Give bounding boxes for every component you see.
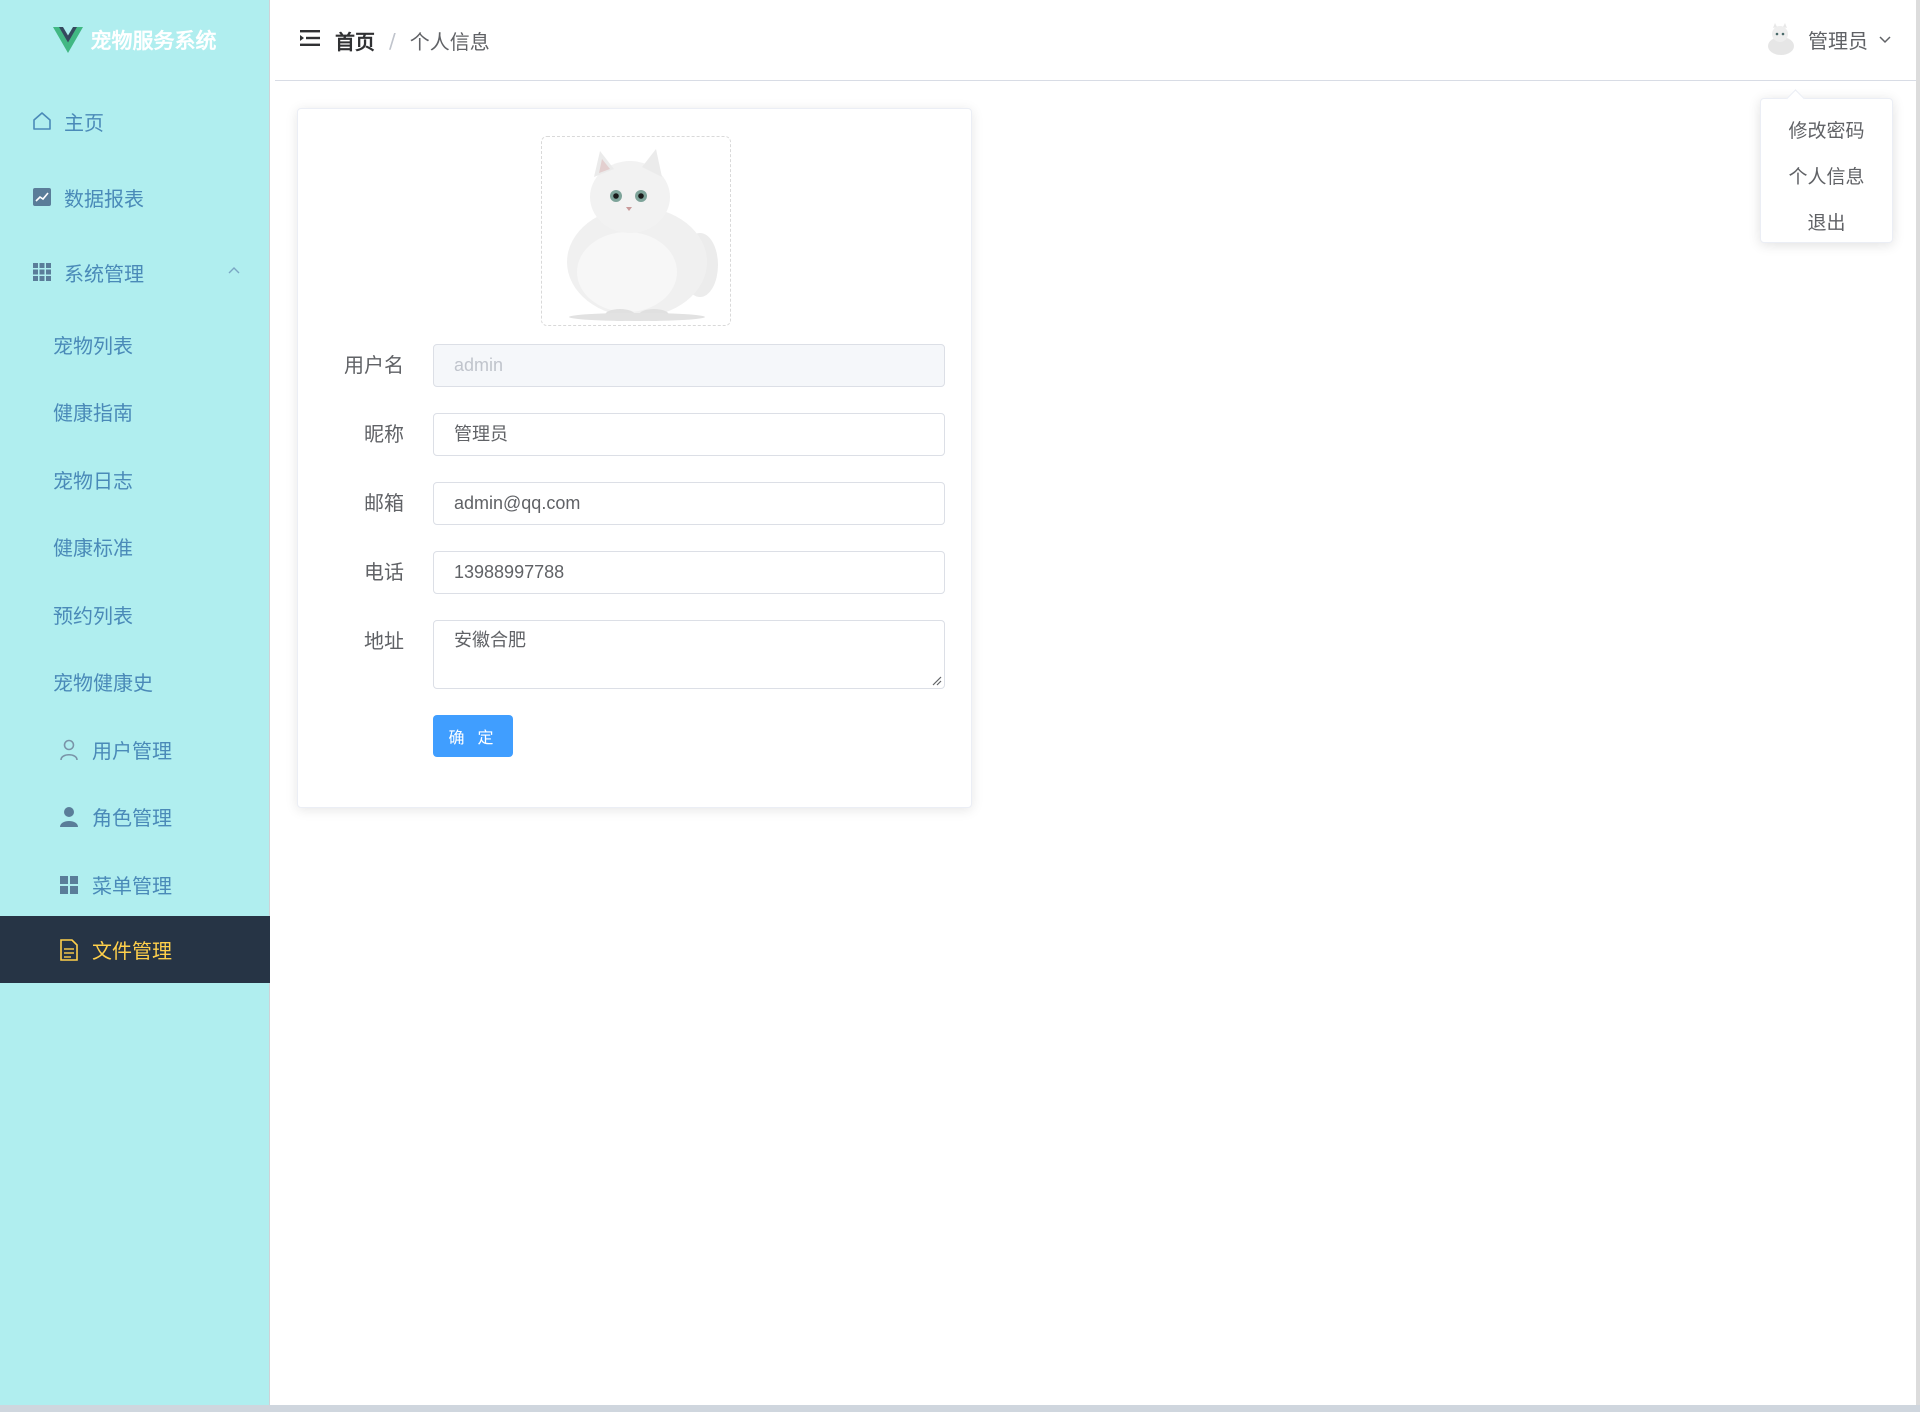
- form-row-address: 地址 安徽合肥: [298, 620, 973, 689]
- nickname-label: 昵称: [364, 422, 404, 446]
- sidebar-subitem-label: 用户管理: [92, 739, 172, 763]
- menu-icon: [58, 874, 80, 896]
- sidebar-subitem-pet-list[interactable]: 宠物列表: [0, 311, 270, 378]
- breadcrumb-separator: /: [389, 28, 396, 53]
- address-label: 地址: [364, 629, 404, 653]
- email-field[interactable]: admin@qq.com: [433, 482, 945, 525]
- sidebar-subitem-label: 文件管理: [92, 939, 172, 963]
- user-icon: [58, 739, 80, 761]
- document-icon: [58, 938, 80, 961]
- sidebar-subitem-label: 菜单管理: [92, 874, 172, 898]
- user-name: 管理员: [1808, 28, 1868, 53]
- sidebar-subitem-user-management[interactable]: 用户管理: [0, 716, 270, 783]
- app-title: 宠物服务系统: [90, 29, 217, 53]
- phone-label: 电话: [364, 560, 404, 584]
- user-menu-trigger[interactable]: 管理员: [1764, 22, 1892, 56]
- window-right-border: [1916, 0, 1920, 1405]
- sidebar-subitem-pet-log[interactable]: 宠物日志: [0, 446, 270, 513]
- breadcrumb: 首页 / 个人信息: [335, 26, 490, 55]
- address-field[interactable]: 安徽合肥: [433, 620, 945, 689]
- sidebar: 宠物服务系统 主页 数据报表 系统管理 宠物列表 健康指南 宠物日志 健康标准 …: [0, 0, 270, 1405]
- user-filled-icon: [58, 806, 80, 828]
- breadcrumb-home[interactable]: 首页: [335, 26, 375, 55]
- profile-card: 用户名 admin 昵称 管理员 邮箱 admin@qq.com 电话 1398…: [297, 108, 972, 808]
- nickname-field[interactable]: 管理员: [433, 413, 945, 456]
- sidebar-subitem-file-management[interactable]: 文件管理: [0, 916, 270, 983]
- sidebar-subitem-health-standard[interactable]: 健康标准: [0, 513, 270, 580]
- dropdown-item-logout[interactable]: 退出: [1761, 198, 1892, 244]
- sidebar-subitem-health-history[interactable]: 宠物健康史: [0, 648, 270, 715]
- sidebar-subitem-appointment-list[interactable]: 预约列表: [0, 581, 270, 648]
- avatar: [1764, 22, 1798, 56]
- logo[interactable]: 宠物服务系统: [0, 0, 269, 80]
- form-row-phone: 电话 13988997788: [298, 551, 973, 594]
- avatar-uploader[interactable]: [541, 136, 731, 326]
- grid-icon: [32, 262, 52, 282]
- sidebar-subitem-label: 宠物健康史: [53, 671, 153, 695]
- user-dropdown-menu: 修改密码 个人信息 退出: [1760, 98, 1893, 243]
- cat-avatar-image: [542, 137, 730, 325]
- resize-handle-icon[interactable]: [930, 674, 942, 686]
- sidebar-item-home[interactable]: 主页: [0, 87, 270, 155]
- sidebar-subitem-role-management[interactable]: 角色管理: [0, 783, 270, 850]
- sidebar-subitem-label: 健康标准: [53, 536, 133, 560]
- dropdown-item-change-password[interactable]: 修改密码: [1761, 106, 1892, 152]
- sidebar-subitem-label: 宠物日志: [53, 469, 133, 493]
- form-row-nickname: 昵称 管理员: [298, 413, 973, 456]
- dropdown-item-profile[interactable]: 个人信息: [1761, 152, 1892, 198]
- sidebar-subitem-menu-management[interactable]: 菜单管理: [0, 851, 270, 918]
- breadcrumb-current: 个人信息: [409, 30, 490, 54]
- sidebar-subitem-health-guide[interactable]: 健康指南: [0, 378, 270, 445]
- email-label: 邮箱: [364, 491, 404, 515]
- top-navbar: 首页 / 个人信息 管理员: [275, 0, 1920, 81]
- sidebar-subitem-label: 预约列表: [53, 604, 133, 628]
- submit-button[interactable]: 确 定: [433, 715, 513, 757]
- form-row-email: 邮箱 admin@qq.com: [298, 482, 973, 525]
- home-icon: [32, 111, 52, 131]
- sidebar-subitem-label: 健康指南: [53, 401, 133, 425]
- hamburger-icon[interactable]: [300, 29, 320, 47]
- sidebar-subitem-label: 宠物列表: [53, 334, 133, 358]
- phone-field[interactable]: 13988997788: [433, 551, 945, 594]
- username-field: admin: [433, 344, 945, 387]
- sidebar-subitem-label: 角色管理: [92, 806, 172, 830]
- vue-logo-icon: [52, 27, 83, 53]
- username-label: 用户名: [344, 353, 404, 377]
- sidebar-item-label: 主页: [64, 110, 104, 135]
- sidebar-item-label: 数据报表: [64, 186, 144, 211]
- window-bottom-border: [0, 1405, 1920, 1412]
- chevron-up-icon: [228, 267, 240, 274]
- address-value: 安徽合肥: [454, 630, 526, 651]
- sidebar-item-system[interactable]: 系统管理: [0, 238, 270, 306]
- form-row-username: 用户名 admin: [298, 344, 973, 387]
- sidebar-item-report[interactable]: 数据报表: [0, 163, 270, 231]
- chart-icon: [32, 187, 52, 207]
- sidebar-item-label: 系统管理: [64, 261, 144, 286]
- chevron-down-icon: [1879, 36, 1891, 44]
